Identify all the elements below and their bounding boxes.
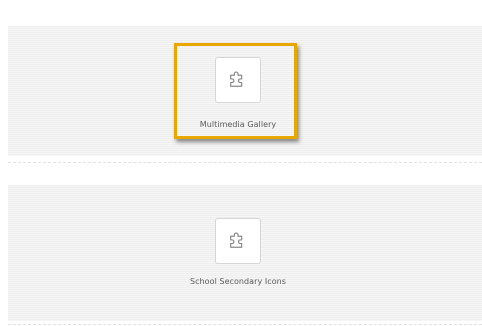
module-canvas: Multimedia Gallery School Secondary Icon… [0,0,482,326]
panel-divider [8,162,482,163]
panel-divider [8,324,482,325]
puzzle-piece-icon [227,67,249,93]
module-multimedia-gallery[interactable]: Multimedia Gallery [174,43,302,143]
module-label[interactable]: Multimedia Gallery [200,120,276,129]
puzzle-piece-icon [227,228,249,254]
module-label[interactable]: School Secondary Icons [190,277,286,286]
module-school-secondary-icons[interactable]: School Secondary Icons [156,217,320,289]
module-icon-tile[interactable] [215,57,261,103]
module-icon-tile[interactable] [215,218,261,264]
